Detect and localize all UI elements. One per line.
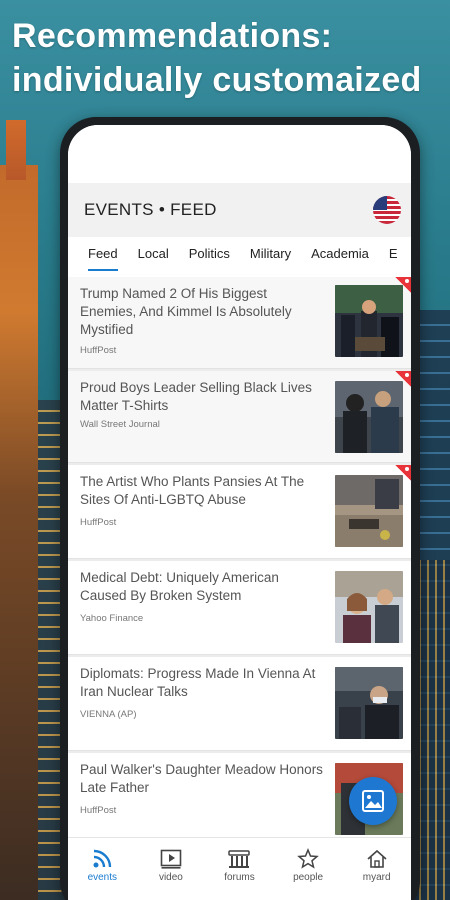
article-source: Yahoo Finance: [80, 613, 144, 624]
forum-icon: [228, 850, 251, 868]
new-badge: [395, 277, 411, 293]
news-feed: Trump Named 2 Of His Biggest Enemies, An…: [68, 277, 411, 837]
nav-label: events: [87, 872, 118, 883]
background-tower: [0, 165, 38, 900]
article-thumbnail: [335, 285, 403, 357]
article-title: Paul Walker's Daughter Meadow Honors Lat…: [80, 762, 323, 795]
article-source: VIENNA (AP): [80, 709, 137, 720]
image-icon: [362, 790, 384, 812]
image-icon-button[interactable]: [349, 777, 397, 825]
nav-people[interactable]: people: [278, 848, 338, 883]
tab-academia[interactable]: Academia: [301, 237, 379, 275]
home-icon: [367, 849, 387, 868]
nav-label: people: [293, 872, 324, 883]
list-item[interactable]: Medical Debt: Uniquely American Caused B…: [68, 561, 411, 655]
new-badge: [395, 465, 411, 481]
nav-events[interactable]: events: [72, 848, 132, 883]
nav-forums[interactable]: forums: [209, 848, 269, 883]
promo-headline-line2: individually customaized: [12, 61, 422, 99]
article-source: HuffPost: [80, 517, 117, 528]
article-title: Proud Boys Leader Selling Black Lives Ma…: [80, 380, 312, 413]
us-flag-icon[interactable]: [373, 196, 401, 224]
article-thumbnail: [335, 381, 403, 453]
list-item[interactable]: Proud Boys Leader Selling Black Lives Ma…: [68, 371, 411, 463]
article-title: The Artist Who Plants Pansies At The Sit…: [80, 474, 305, 507]
article-thumbnail: [335, 667, 403, 739]
list-item[interactable]: The Artist Who Plants Pansies At The Sit…: [68, 465, 411, 559]
nav-label: forums: [224, 872, 255, 883]
new-badge: [395, 371, 411, 387]
phone-frame: EVENTS • FEED Feed Local Politics Milita…: [60, 117, 420, 900]
star-people-icon: [297, 848, 319, 869]
tab-local[interactable]: Local: [128, 237, 179, 275]
app-title: EVENTS • FEED: [84, 200, 217, 219]
article-title: Medical Debt: Uniquely American Caused B…: [80, 570, 279, 603]
tab-more[interactable]: E: [379, 237, 408, 275]
article-title: Trump Named 2 Of His Biggest Enemies, An…: [80, 286, 292, 337]
list-item[interactable]: Diplomats: Progress Made In Vienna At Ir…: [68, 657, 411, 751]
promo-headline-line1: Recommendations:: [12, 17, 333, 55]
play-icon: [160, 849, 182, 869]
tab-feed[interactable]: Feed: [68, 237, 128, 275]
list-item[interactable]: Trump Named 2 Of His Biggest Enemies, An…: [68, 277, 411, 369]
nav-video[interactable]: video: [141, 848, 201, 883]
phone-screen: EVENTS • FEED Feed Local Politics Milita…: [68, 125, 411, 900]
article-thumbnail: [335, 571, 403, 643]
nav-myard[interactable]: myard: [347, 848, 407, 883]
nav-label: video: [158, 872, 183, 883]
article-source: HuffPost: [80, 805, 117, 816]
article-source: Wall Street Journal: [80, 419, 160, 430]
article-source: HuffPost: [80, 345, 117, 356]
nav-label: myard: [362, 872, 391, 883]
promo-headline: Recommendations: individually customaize…: [12, 14, 448, 102]
rss-icon: [93, 849, 112, 868]
article-thumbnail: [335, 475, 403, 547]
status-bar: [68, 125, 411, 183]
category-tabs: Feed Local Politics Military Academia E: [68, 237, 411, 275]
app-bar: EVENTS • FEED: [68, 183, 411, 237]
tab-military[interactable]: Military: [240, 237, 301, 275]
bottom-navigation: events video forums people myard: [68, 837, 411, 893]
tab-politics[interactable]: Politics: [179, 237, 240, 275]
background-tower-spire: [6, 120, 26, 180]
article-title: Diplomats: Progress Made In Vienna At Ir…: [80, 666, 316, 699]
